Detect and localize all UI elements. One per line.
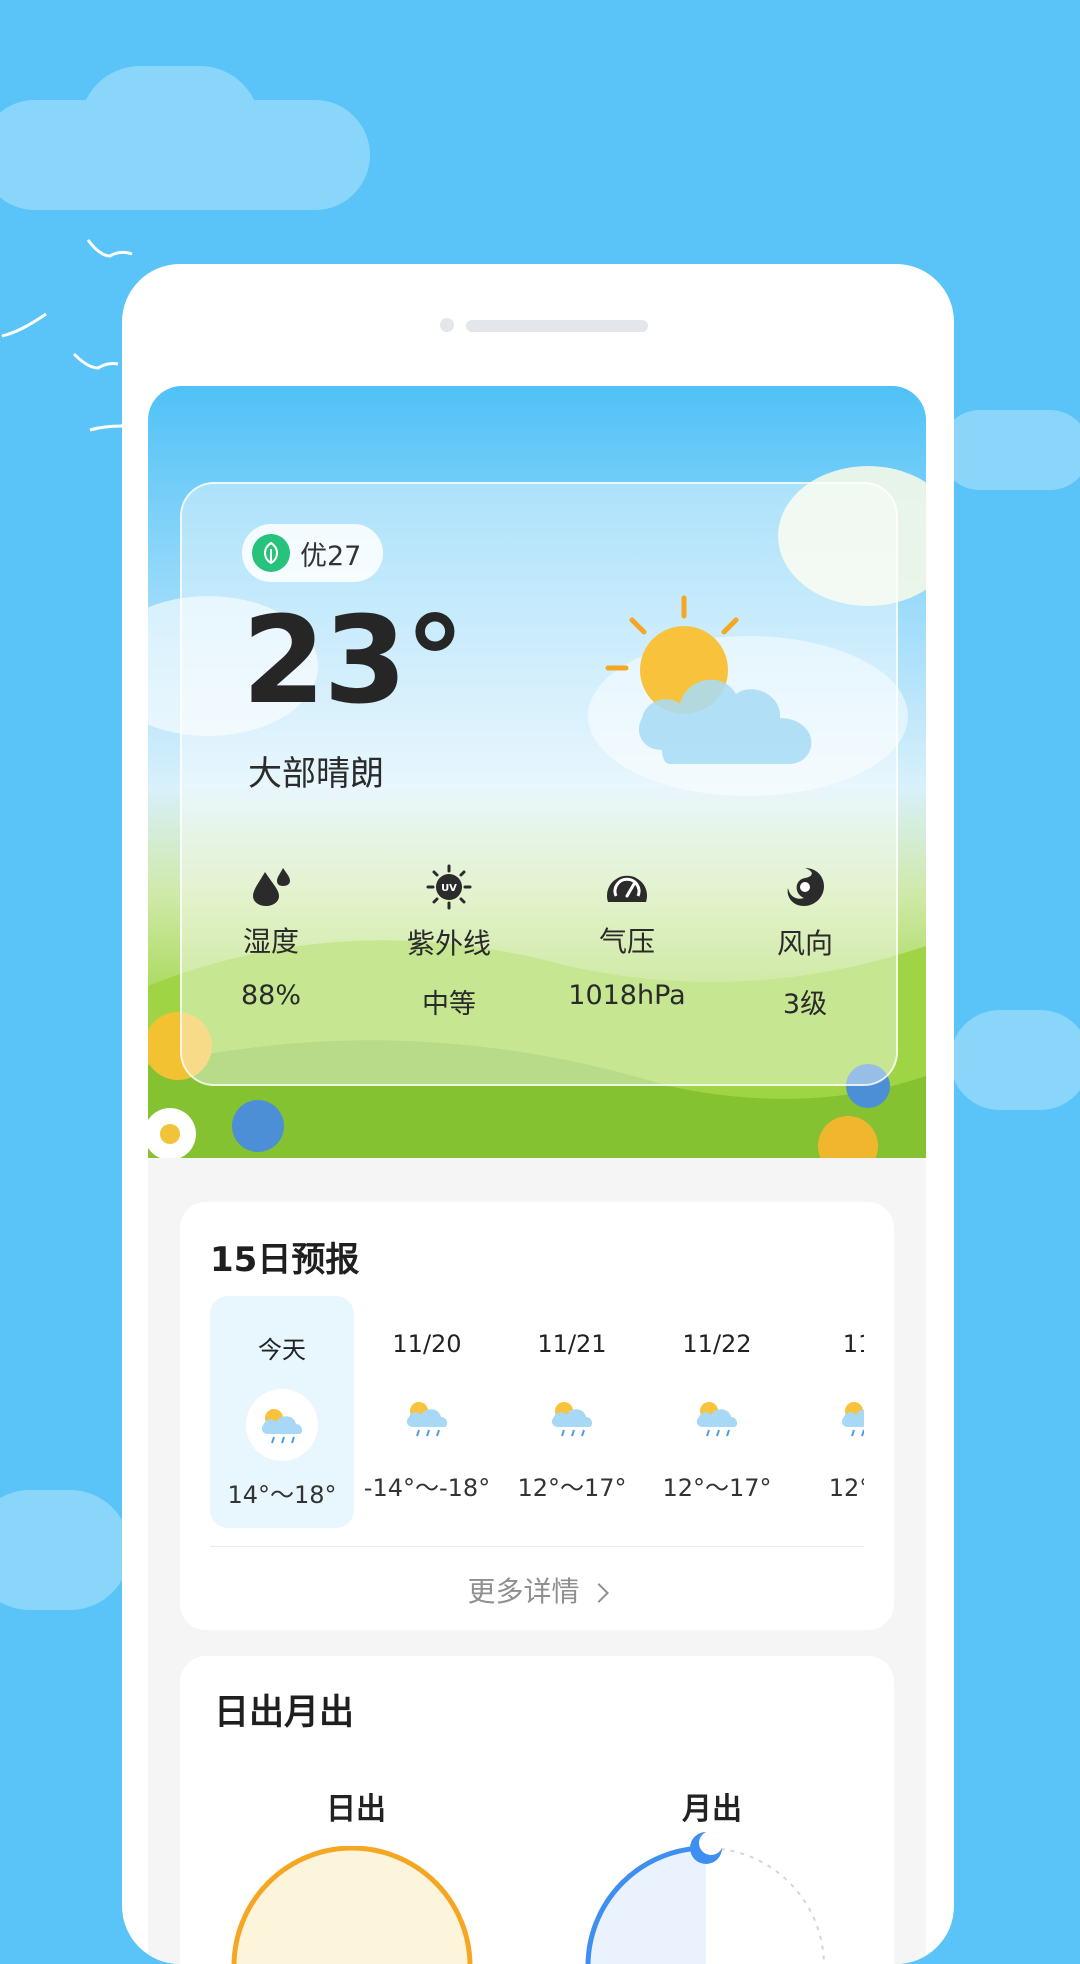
forecast-day-today[interactable]: 今天 14°～18° [210,1296,354,1528]
uv-icon: UV [426,864,472,910]
uv-value: 中等 [422,989,476,1020]
sunrise-label: 日出 [326,1792,386,1827]
forecast-day[interactable]: 11/21 12°～17° [500,1296,644,1528]
partly-cloudy-rain-icon [391,1382,463,1454]
bird-icon [1,312,47,338]
partly-cloudy-rain-icon [536,1382,608,1454]
aqi-value: 优27 [300,540,362,572]
moonrise-label: 月出 [682,1792,742,1827]
humidity-label: 湿度 [242,925,299,958]
wind-icon [787,868,824,906]
forecast-day-list[interactable]: 今天 14°～18° 11/20 -14°～-18° 11/21 12°～17°… [210,1296,864,1528]
forecast-range: 12°～ [828,1474,864,1502]
stat-wind: 风向 3级 [716,864,894,1021]
pressure-value: 1018hPa [568,980,686,1011]
bird-icon [72,352,119,370]
wind-label: 风向 [776,927,833,960]
divider [210,1546,864,1547]
sunrise-arc [231,1846,825,1964]
forecast-range: 12°～17° [662,1474,772,1502]
forecast-day[interactable]: 11/ 12°～ [790,1296,864,1528]
stat-pressure: 气压 1018hPa [538,864,716,1021]
forecast-day[interactable]: 11/22 12°～17° [645,1296,789,1528]
wind-value: 3级 [782,989,828,1020]
background-cloud [80,66,260,186]
humidity-value: 88% [240,980,301,1011]
stat-humidity: 湿度 88% [182,864,360,1021]
phone-frame: 优27 23° 大部晴朗 湿度 88% UV 紫外线 中等 气压 1018hPa… [122,264,954,1964]
forecast-range: -14°～-18° [363,1474,491,1502]
background-cloud [950,1010,1080,1110]
partly-cloudy-rain-icon [681,1382,753,1454]
humidity-icon [253,868,290,906]
bird-icon [89,424,123,432]
forecast-range: 12°～17° [517,1474,627,1502]
sun-moon-card: 日出月出 日出 月出 [180,1656,894,1964]
weather-hero: 优27 23° 大部晴朗 湿度 88% UV 紫外线 中等 气压 1018hPa… [148,386,926,1158]
bird-icon [86,239,133,258]
background-cloud [0,1490,130,1610]
current-weather-card: 优27 23° 大部晴朗 湿度 88% UV 紫外线 中等 气压 1018hPa… [180,482,898,1086]
forecast-range: 14°～18° [227,1481,337,1509]
moon-icon [690,1831,723,1864]
chevron-right-icon [589,1583,610,1603]
forecast-date: 11/22 [682,1330,752,1358]
forecast-date: 11/20 [392,1330,462,1358]
leaf-icon [252,534,290,572]
stat-uv: UV 紫外线 中等 [360,864,538,1021]
forecast-day[interactable]: 11/20 -14°～-18° [355,1296,499,1528]
partly-cloudy-rain-icon [246,1389,318,1461]
forecast-card: 15日预报 今天 14°～18° 11/20 -14°～-18° 11/21 1… [180,1202,894,1630]
forecast-title: 15日预报 [210,1240,360,1280]
camera-dot [440,318,454,332]
background-cloud [940,410,1080,490]
pressure-label: 气压 [598,925,655,958]
more-details-label: 更多详情 [467,1575,580,1608]
speaker-bar [466,320,648,332]
forecast-date: 今天 [258,1336,306,1364]
uv-label: 紫外线 [406,927,491,960]
app-screen: 优27 23° 大部晴朗 湿度 88% UV 紫外线 中等 气压 1018hPa… [148,386,926,1964]
current-temperature: 23° [242,592,465,731]
forecast-date: 11/ [842,1330,864,1358]
more-details-link[interactable]: 更多详情 [180,1570,894,1610]
partly-cloudy-rain-icon [826,1382,864,1454]
forecast-date: 11/21 [537,1330,607,1358]
svg-text:UV: UV [441,883,457,894]
current-condition: 大部晴朗 [248,754,384,794]
aqi-badge[interactable]: 优27 [242,524,384,582]
sun-moon-title: 日出月出 [214,1693,355,1733]
pressure-icon [607,875,647,902]
partly-cloudy-icon [605,595,812,764]
weather-stats: 湿度 88% UV 紫外线 中等 气压 1018hPa 风向 3级 [182,864,896,1021]
